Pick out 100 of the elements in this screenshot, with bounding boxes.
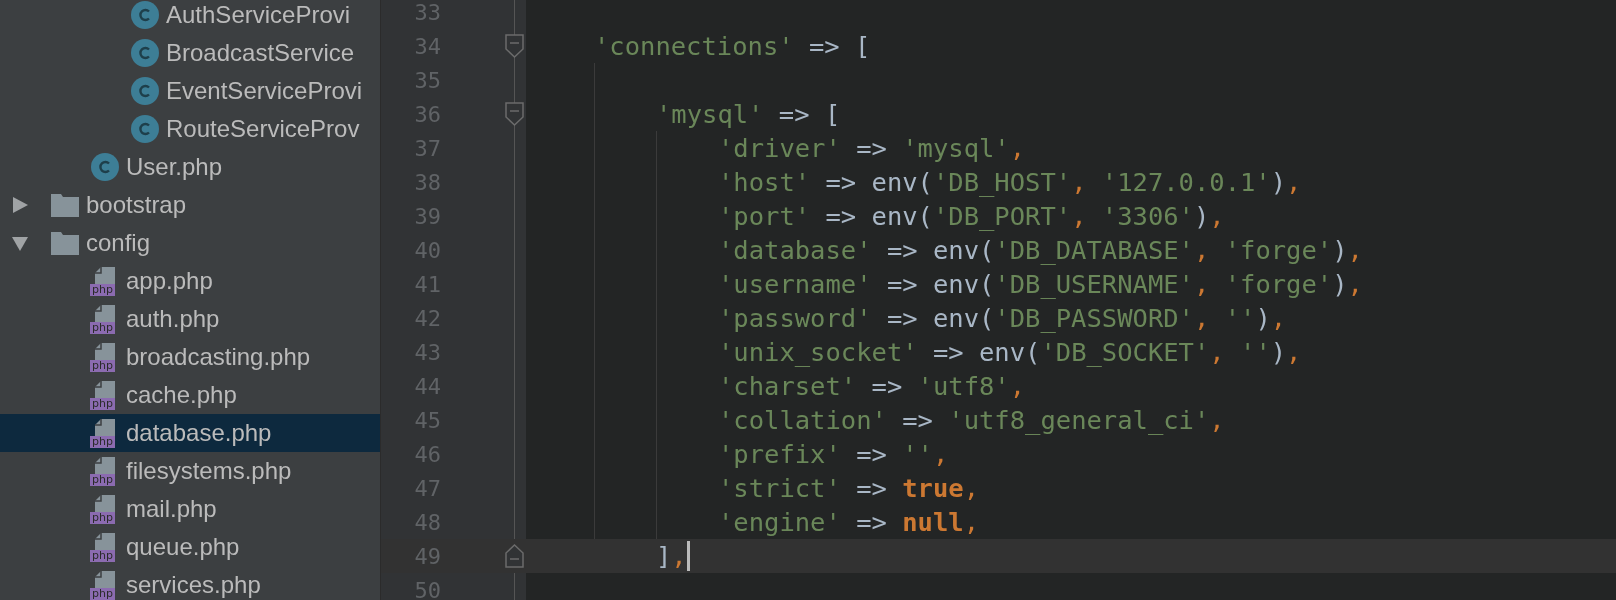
class-icon <box>130 0 160 30</box>
file-type-label: php <box>90 474 115 486</box>
code-token: => <box>870 371 904 401</box>
file-name: app.php <box>126 267 213 295</box>
file-name: database.php <box>126 419 272 447</box>
code-token: => env( <box>885 303 995 333</box>
file-name: AuthServiceProvi <box>166 1 351 29</box>
code-token: 'prefix' <box>718 439 841 469</box>
tree-item[interactable]: php filesystems.php <box>0 452 380 490</box>
tree-item[interactable]: php auth.php <box>0 300 380 338</box>
code-token: 'forge' <box>1224 235 1333 265</box>
tree-item[interactable]: php queue.php <box>0 528 380 566</box>
folder-icon <box>50 192 80 218</box>
code-token: 'charset' <box>718 371 857 401</box>
code-token: '' <box>1224 303 1256 333</box>
class-icon <box>130 38 160 68</box>
code-token: 'DB_SOCKET' <box>1040 337 1210 367</box>
code-token: 'driver' <box>718 133 841 163</box>
code-token: 'utf8_general_ci' <box>948 405 1210 435</box>
code-token: '' <box>1240 337 1271 367</box>
tree-item[interactable]: php app.php <box>0 262 380 300</box>
file-name: queue.php <box>126 533 240 561</box>
code-token: ) <box>1193 201 1210 231</box>
code-token: ) <box>1332 235 1348 265</box>
code-token: ) <box>1255 303 1271 333</box>
fold-icon[interactable] <box>505 544 524 568</box>
code-token: , <box>1347 269 1363 299</box>
code-token: , <box>1209 405 1225 435</box>
tree-item[interactable]: php mail.php <box>0 490 380 528</box>
code-token: , <box>1347 235 1363 265</box>
code-token: 'password' <box>718 303 872 333</box>
code-token: => <box>855 133 888 163</box>
file-type-label: php <box>90 550 115 562</box>
code-token: null <box>902 507 964 537</box>
code-token: 'database' <box>718 235 872 265</box>
code-token: 'forge' <box>1224 269 1333 299</box>
folder-icon <box>50 230 80 256</box>
code-token: , <box>1071 201 1088 231</box>
file-name: broadcasting.php <box>126 343 311 371</box>
code-token: '3306' <box>1101 201 1194 231</box>
code-token: ) <box>1270 167 1287 197</box>
tree-item[interactable]: php broadcasting.php <box>0 338 380 376</box>
code-token: , <box>1286 337 1302 367</box>
code-token: => <box>901 405 934 435</box>
code-token: '127.0.0.1' <box>1101 167 1271 197</box>
code-token: ) <box>1270 337 1287 367</box>
fold-icon[interactable] <box>505 34 524 58</box>
code-token: => env( <box>824 201 933 231</box>
code-token: , <box>1286 167 1302 197</box>
code-token: => <box>855 507 888 537</box>
code-token: , <box>1193 269 1211 299</box>
file-name: services.php <box>126 571 261 599</box>
code-token: '' <box>902 439 933 469</box>
file-type-label: php <box>90 588 115 600</box>
code-token: => env( <box>824 167 933 197</box>
tree-item[interactable]: bootstrap <box>0 186 380 224</box>
tree-item[interactable]: BroadcastService <box>0 34 380 72</box>
code-token: ] <box>656 541 672 571</box>
file-name: cache.php <box>126 381 237 409</box>
code-token: 'host' <box>718 167 811 197</box>
tree-item[interactable]: EventServiceProvi <box>0 72 380 110</box>
file-name: RouteServiceProv <box>166 115 360 143</box>
tree-item[interactable]: config <box>0 224 380 262</box>
tree-item[interactable]: php services.php <box>0 566 380 600</box>
tree-item[interactable]: RouteServiceProv <box>0 110 380 148</box>
code-token: 'utf8' <box>917 371 1010 401</box>
tree-item[interactable]: php cache.php <box>0 376 380 414</box>
file-name: mail.php <box>126 495 217 523</box>
code-token: 'strict' <box>718 473 841 503</box>
code-token: , <box>1009 133 1026 163</box>
code-token: 'DB_DATABASE' <box>994 235 1194 265</box>
file-type-label: php <box>90 436 115 448</box>
code-token: , <box>1193 303 1211 333</box>
code-token: => env( <box>931 337 1041 367</box>
code-token: 'DB_PORT' <box>932 201 1072 231</box>
tree-item[interactable]: php database.php <box>0 414 380 452</box>
code-token: , <box>1270 303 1287 333</box>
code-token: , <box>963 473 980 503</box>
file-type-label: php <box>90 512 115 524</box>
tree-item[interactable]: User.php <box>0 148 380 186</box>
class-icon <box>130 114 160 144</box>
tree-item[interactable]: AuthServiceProvi <box>0 0 380 34</box>
code-token: 'collation' <box>718 405 887 435</box>
file-name: bootstrap <box>86 191 187 219</box>
class-icon <box>130 76 160 106</box>
file-name: auth.php <box>126 305 220 333</box>
code-token: 'DB_PASSWORD' <box>994 303 1194 333</box>
file-name: BroadcastService <box>166 39 355 67</box>
code-token: => [ <box>777 99 841 129</box>
fold-icon[interactable] <box>505 102 524 126</box>
code-editor[interactable] <box>526 0 1616 600</box>
file-type-label: php <box>90 322 115 334</box>
code-token: 'connections' <box>594 31 794 61</box>
code-token: 'DB_HOST' <box>932 167 1072 197</box>
code-token: , <box>1193 235 1211 265</box>
collapsed-arrow-icon[interactable] <box>10 195 30 215</box>
code-token: ) <box>1332 269 1348 299</box>
file-type-label: php <box>90 284 115 296</box>
file-type-label: php <box>90 398 115 410</box>
code-token: 'mysql' <box>902 133 1010 163</box>
